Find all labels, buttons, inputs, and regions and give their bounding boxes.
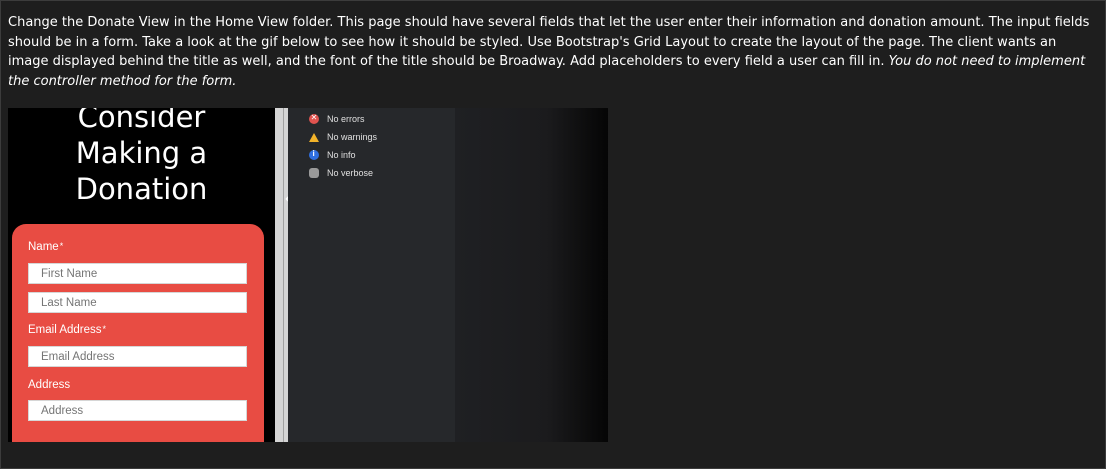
splitter-line: [283, 108, 284, 442]
email-label: Email Address*: [28, 324, 106, 336]
filter-warnings[interactable]: No warnings: [309, 130, 377, 144]
address-input[interactable]: [28, 400, 247, 421]
filter-errors-label: No errors: [327, 114, 365, 124]
instructions-text: Change the Donate View in the Home View …: [8, 13, 1100, 91]
filter-info-label: No info: [327, 150, 356, 160]
email-label-text: Email Address: [28, 324, 102, 336]
donation-form-card: Name* Email Address* Address: [12, 224, 264, 442]
title-line-2: Making a: [75, 136, 208, 170]
content-frame: Change the Donate View in the Home View …: [0, 0, 1106, 469]
verbose-icon: [309, 168, 319, 178]
required-mark: *: [59, 241, 64, 251]
filter-warnings-label: No warnings: [327, 132, 378, 142]
title-line-1: Consider: [77, 108, 206, 134]
filter-errors[interactable]: No errors: [309, 112, 365, 126]
address-label: Address: [28, 379, 71, 391]
email-input[interactable]: [28, 346, 247, 367]
title-line-3: Donation: [75, 172, 208, 206]
filter-verbose[interactable]: No verbose: [309, 166, 373, 180]
error-icon: [309, 113, 319, 124]
filter-verbose-label: No verbose: [327, 168, 374, 178]
info-icon: [309, 149, 319, 160]
first-name-input[interactable]: [28, 263, 247, 284]
devtools-console-filter: No errors No warnings No info No verbose: [288, 108, 456, 442]
demo-screenshot: Consider Making a Donation Name* Email A…: [8, 108, 608, 442]
name-label-text: Name: [28, 241, 59, 253]
name-label: Name*: [28, 241, 63, 253]
console-output-pane: [455, 108, 608, 442]
donate-page-preview: Consider Making a Donation Name* Email A…: [8, 108, 275, 442]
filter-info[interactable]: No info: [309, 148, 356, 162]
required-mark: *: [102, 324, 107, 334]
last-name-input[interactable]: [28, 292, 247, 313]
warning-icon: [309, 132, 319, 142]
pane-splitter[interactable]: [275, 108, 288, 442]
page-title: Consider Making a Donation: [8, 108, 275, 207]
